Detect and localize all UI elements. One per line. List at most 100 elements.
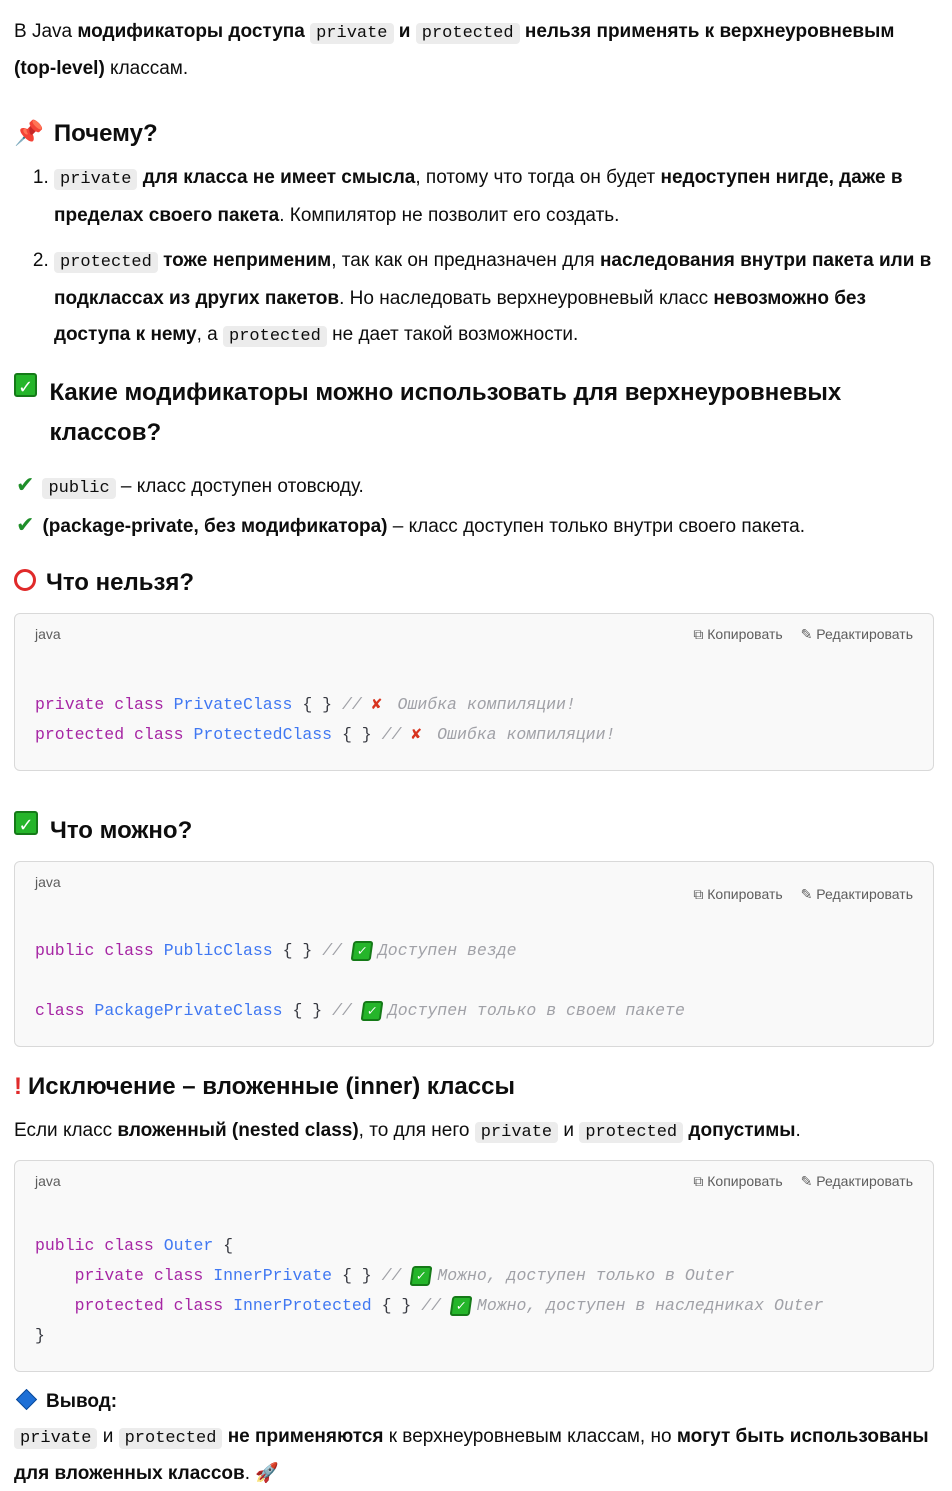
conclusion-text: private и protected не применяются к вер… [14,1426,929,1484]
heading-text: Что нельзя? [46,569,195,596]
edit-label: Редактировать [816,1173,913,1189]
cross-mark-icon: ✘ [411,725,432,744]
code-content: private class PrivateClass { } // ✘ Ошиб… [15,660,933,770]
code-language: java [35,626,61,642]
check-box-icon: ✓ [350,940,374,961]
heading-exception: ! Исключение – вложенные (inner) классы [14,1067,934,1107]
inline-code: protected [415,23,520,44]
conclusion-heading: Вывод: [14,1384,934,1419]
cross-mark-icon: ✘ [371,695,392,714]
inline-code: private [54,169,138,190]
text-segment: вложенный (nested class) [117,1120,359,1141]
heading-allowed: ✓ Какие модификаторы можно использовать д… [14,373,934,453]
text-segment: , то для него [358,1120,475,1141]
code-token: class [134,725,184,744]
text-segment: допустимы [688,1120,796,1141]
code-token: } [35,1326,45,1345]
code-token: class [104,1236,154,1255]
check-mark-icon: ✔ [16,472,35,497]
text-segment: . Но наследовать верхнеуровневый класс [339,288,714,309]
check-mark-icon: ✔ [16,512,35,537]
text-segment: Если класс [14,1120,118,1141]
code-token: { } [272,941,323,960]
inline-code: public [42,478,116,499]
allowed-text: public – класс доступен отовсюду. [42,476,364,499]
code-block: java ⧉ Копировать ✎ Редактировать public c… [14,861,934,1047]
heading-text: Какие модификаторы можно использовать дл… [49,379,842,446]
text-segment: – класс доступен только внутри своего па… [387,516,806,537]
code-token: { } [292,695,342,714]
heading-why: 📌 Почему? [14,114,934,154]
text-segment: и [558,1120,580,1141]
code-token: InnerPrivate [213,1266,333,1285]
text-segment: тоже неприменим [157,250,332,271]
text-segment: и [393,21,416,42]
edit-label: Редактировать [816,886,913,902]
code-token: class [153,1266,204,1285]
text-segment: и [97,1426,119,1447]
code-language: java [35,874,61,890]
code-token: public [35,1236,95,1255]
text-segment: для класса не имеет смысла [137,167,416,188]
code-line: public class PublicClass { } // ✓ Доступе… [35,936,913,966]
code-line: private class InnerPrivate { } // ✓ Можно… [35,1261,913,1291]
code-token: // [322,941,352,960]
code-token: Outer [163,1236,214,1255]
inline-code: private [474,1122,559,1143]
copy-button[interactable]: ⧉ Копировать [693,626,782,642]
code-block: java ⧉ Копировать ✎ Редактировать public c… [14,1160,934,1372]
text-segment: не дает такой возможности. [326,324,579,345]
exception-paragraph: Если класс вложенный (nested class), то … [14,1113,934,1150]
code-token: // [381,1266,412,1285]
text-segment: . Компилятор не позволит его создать. [279,205,620,226]
code-token: private [74,1266,144,1285]
heading-text: Почему? [53,120,158,147]
code-token: Ошибка компиляции! [437,725,616,744]
heading-text: Что можно? [50,817,193,844]
code-token: public [35,941,95,960]
code-token: class [173,1296,224,1315]
code-token: private [35,695,105,714]
text-segment: модификаторы доступа [77,21,311,42]
text-segment: (package-private, без модификатора) [42,516,388,537]
code-token: class [114,695,164,714]
heading-cannot: Что нельзя? [14,563,934,603]
code-token: Ошибка компиляции! [397,695,576,714]
code-token: PackagePrivateClass [94,1001,283,1020]
copy-label: Копировать [707,1173,783,1189]
text-segment: , так как он предназначен для [331,250,600,271]
inline-code: protected [579,1122,684,1143]
allowed-text: (package-private, без модификатора) – кл… [42,516,805,537]
code-token: { } [371,1296,422,1315]
code-content: public class Outer { private class Inner… [15,1207,933,1371]
text-segment: . [244,1463,256,1484]
code-token: Доступен только в своем пакете [387,1001,685,1020]
copy-button[interactable]: ⧉ Копировать [693,1173,782,1189]
code-token: { } [282,1001,333,1020]
edit-button[interactable]: ✎ Редактировать [801,626,913,642]
edit-button[interactable]: ✎ Редактировать [801,1173,913,1189]
code-token: Можно, доступен только в Outer [437,1266,735,1285]
code-language: java [35,1173,61,1189]
code-token: protected [35,725,125,744]
copy-button[interactable]: ⧉ Копировать [693,886,782,902]
code-token: class [104,941,154,960]
allowed-item: ✔ (package-private, без модификатора) – к… [14,507,934,545]
text-segment: – класс доступен отовсюду. [115,476,364,497]
code-token: ProtectedClass [193,725,333,744]
heading-text: Исключение – вложенные (inner) классы [28,1073,515,1100]
inline-code: private [14,1428,98,1449]
edit-button[interactable]: ✎ Редактировать [801,886,913,902]
inline-code: protected [54,252,158,273]
code-line: protected class ProtectedClass { } // ✘ … [35,720,913,750]
